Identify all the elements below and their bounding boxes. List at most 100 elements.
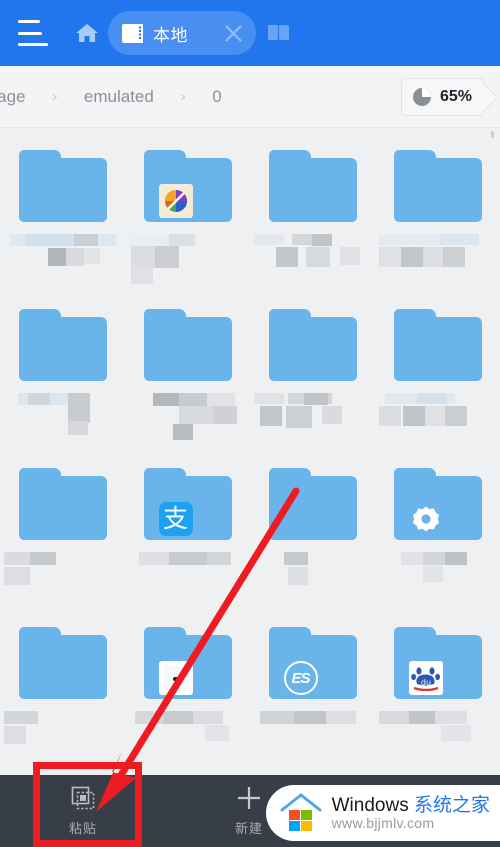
watermark-title: Windows 系统之家 [331, 794, 490, 816]
censored-label [254, 711, 372, 751]
baidu-icon: du [408, 661, 443, 695]
breadcrumb-item-storage[interactable]: orage [0, 87, 29, 107]
breadcrumb-item-emulated[interactable]: emulated [80, 87, 158, 107]
censored-label [128, 234, 247, 284]
grid-item[interactable] [375, 458, 500, 617]
grid-row: ES du [0, 617, 500, 775]
paste-button[interactable]: 粘贴 [0, 775, 166, 847]
grid-item[interactable]: 支 [125, 458, 250, 617]
es-glyph: ES [283, 661, 318, 695]
censored-label [4, 393, 122, 435]
hamburger-menu-icon[interactable] [18, 20, 52, 46]
folder-icon [393, 150, 482, 222]
tab-local[interactable]: 本地 [108, 11, 256, 55]
file-grid[interactable]: 支 ES du [0, 128, 500, 775]
document-icon [158, 661, 193, 695]
plus-icon [236, 785, 262, 811]
folder-icon [18, 150, 107, 222]
watermark: Windows 系统之家 www.bjjmlv.com [265, 785, 500, 841]
breadcrumb-bar: orage › emulated › 0 65% [0, 66, 500, 128]
censored-label [253, 234, 372, 274]
folder-body [393, 317, 482, 381]
folder-icon [268, 150, 357, 222]
close-icon[interactable] [216, 16, 250, 50]
folder-body [18, 635, 107, 699]
grid-item[interactable]: du [375, 617, 500, 775]
folder-icon [393, 468, 482, 540]
censored-label [253, 393, 372, 433]
grid-item[interactable] [375, 299, 500, 458]
home-icon[interactable] [74, 20, 100, 46]
svg-text:du: du [420, 678, 430, 687]
es-file-explorer-icon: ES [283, 661, 318, 695]
file-manager-app: 本地 orage › emulated › 0 [0, 0, 500, 847]
grid-item[interactable] [0, 299, 125, 458]
folder-icon: du [393, 627, 482, 699]
folder-icon [143, 150, 232, 222]
censored-label [129, 393, 247, 440]
grid-item[interactable] [0, 458, 125, 617]
folder-body [143, 317, 232, 381]
censored-label [3, 711, 122, 751]
censored-label [378, 711, 497, 751]
sd-card-icon [122, 23, 144, 43]
folder-icon [143, 309, 232, 381]
grid-item[interactable] [250, 140, 375, 299]
folder-body [268, 476, 357, 540]
storage-usage-chip[interactable]: 65% [400, 77, 484, 116]
grid-item[interactable] [250, 458, 375, 617]
folder-icon [143, 627, 232, 699]
alipay-icon: 支 [158, 502, 193, 536]
pie-chart-icon [412, 87, 432, 107]
breadcrumb-separator-icon: › [51, 87, 58, 106]
paste-icon [70, 785, 96, 811]
new-label: 新建 [234, 821, 263, 836]
grid-item[interactable] [125, 617, 250, 775]
tab-label: 本地 [153, 25, 188, 45]
censored-label [3, 552, 122, 592]
folder-body [18, 317, 107, 381]
alipay-glyph: 支 [158, 502, 193, 536]
censored-label [254, 552, 372, 592]
folder-icon [268, 309, 357, 381]
hamburger-line [18, 31, 42, 35]
folder-body [18, 158, 107, 222]
scroll-indicator[interactable] [491, 131, 494, 138]
grid-row: 支 [0, 458, 500, 617]
grid-item[interactable] [375, 140, 500, 299]
rainbow-ball-icon [158, 184, 193, 218]
grid-item[interactable] [250, 299, 375, 458]
censored-label [378, 393, 497, 433]
folder-body [268, 158, 357, 222]
grid-item[interactable] [125, 140, 250, 299]
censored-label [4, 234, 122, 274]
watermark-url: www.bjjmlv.com [331, 814, 435, 831]
grid-item[interactable]: ES [250, 617, 375, 775]
app-header: 本地 [0, 0, 500, 66]
breadcrumb-item-0[interactable]: 0 [208, 87, 225, 107]
grid-row [0, 140, 500, 299]
censored-label [129, 552, 247, 592]
watermark-title-cn: 系统之家 [413, 794, 490, 816]
new-tab-icon[interactable] [268, 22, 290, 44]
censored-label [378, 234, 497, 274]
grid-item[interactable] [0, 617, 125, 775]
folder-body [393, 158, 482, 222]
gear-icon [409, 502, 443, 536]
grid-item[interactable] [0, 140, 125, 299]
watermark-title-en: Windows [331, 794, 414, 816]
folder-icon [18, 627, 107, 699]
folder-icon: 支 [143, 468, 232, 540]
folder-icon [268, 468, 357, 540]
folder-icon [18, 468, 107, 540]
censored-label [379, 552, 497, 592]
grid-item[interactable] [125, 299, 250, 458]
hamburger-line [18, 20, 40, 23]
grid-row [0, 299, 500, 458]
folder-icon [393, 309, 482, 381]
storage-percent: 65% [439, 87, 472, 105]
folder-icon: ES [268, 627, 357, 699]
folder-body [268, 317, 357, 381]
censored-label [129, 711, 247, 751]
breadcrumb: orage › emulated › 0 [0, 87, 401, 107]
